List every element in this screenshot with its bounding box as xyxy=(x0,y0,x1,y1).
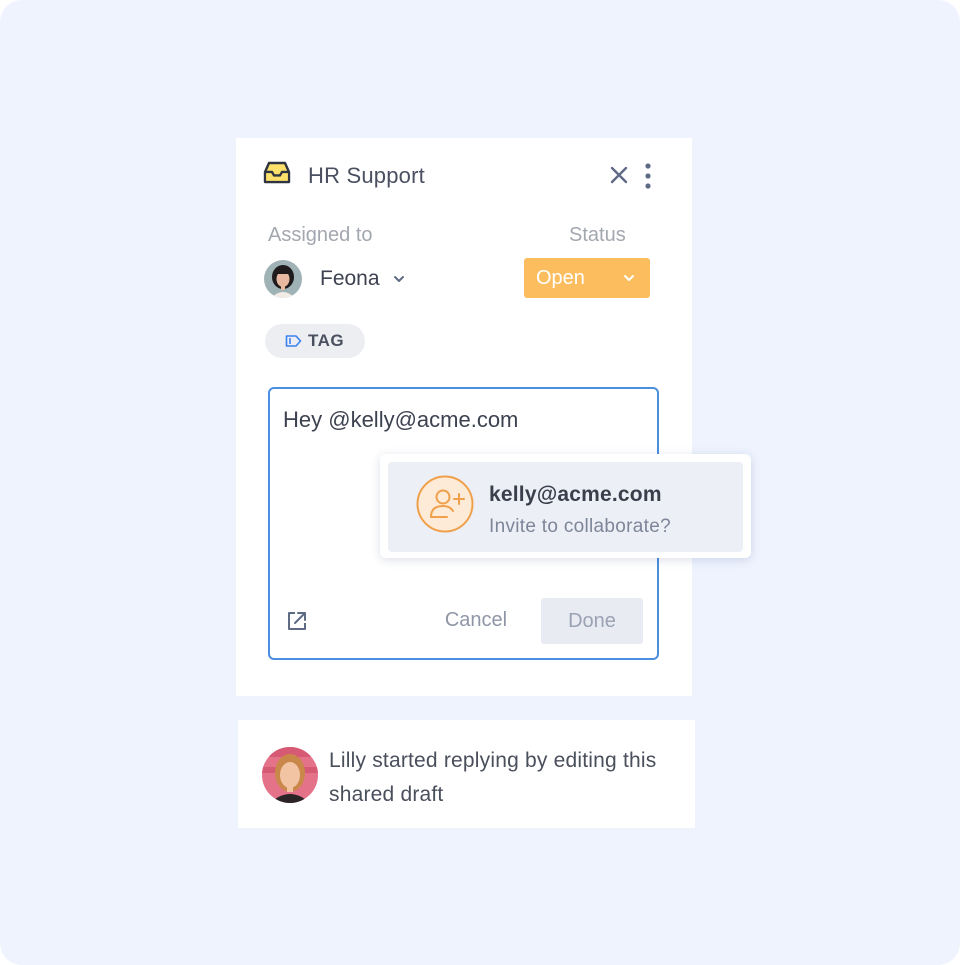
activity-notice: Lilly started replying by editing this s… xyxy=(238,720,695,828)
assigned-to-label: Assigned to xyxy=(268,224,373,246)
invite-suggestion-item[interactable]: kelly@acme.com Invite to collaborate? xyxy=(388,462,743,552)
assignee-dropdown[interactable]: Feona xyxy=(264,259,414,299)
invite-prompt: Invite to collaborate? xyxy=(489,516,671,537)
assignee-name: Feona xyxy=(320,267,380,290)
chevron-down-icon xyxy=(624,275,634,281)
status-dropdown[interactable]: Open xyxy=(524,258,650,298)
more-vertical-icon[interactable] xyxy=(640,162,656,190)
tag-label: TAG xyxy=(308,331,345,350)
conversation-panel: HR Support Assigned to Status Feona Open… xyxy=(236,138,692,696)
close-icon[interactable] xyxy=(608,164,630,186)
panel-title: HR Support xyxy=(308,163,425,188)
tag-icon xyxy=(285,335,302,347)
avatar xyxy=(264,260,302,298)
inbox-tray-icon xyxy=(263,161,291,184)
external-link-icon[interactable] xyxy=(286,610,308,632)
activity-message: Lilly started replying by editing this s… xyxy=(329,749,657,806)
tag-button[interactable]: TAG xyxy=(265,324,365,358)
status-label: Status xyxy=(569,224,626,246)
add-user-icon xyxy=(416,475,474,533)
editor-text[interactable]: Hey @kelly@acme.com xyxy=(283,407,518,433)
chevron-down-icon xyxy=(393,276,404,282)
invite-email: kelly@acme.com xyxy=(489,483,662,506)
cancel-button[interactable]: Cancel xyxy=(428,597,524,643)
page-background: HR Support Assigned to Status Feona Open… xyxy=(0,0,960,965)
avatar xyxy=(262,747,318,803)
status-value: Open xyxy=(536,266,585,289)
mention-suggestion-popup: kelly@acme.com Invite to collaborate? xyxy=(380,454,751,558)
done-button[interactable]: Done xyxy=(541,598,643,644)
